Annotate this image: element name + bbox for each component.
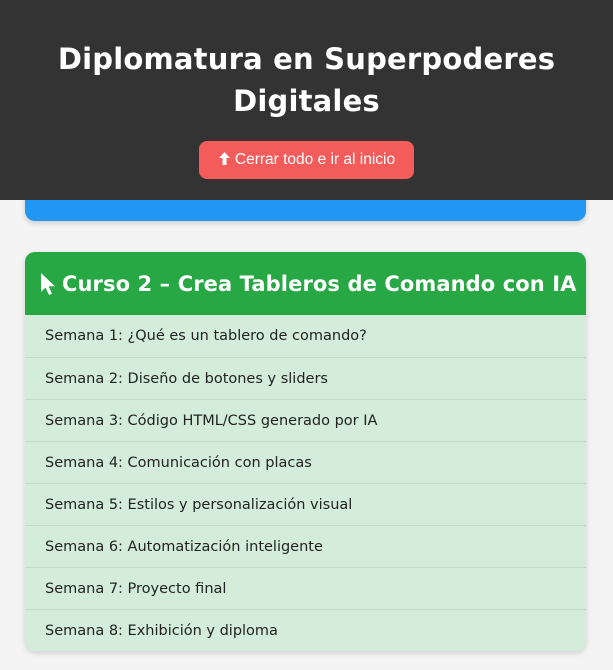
- week-item[interactable]: Semana 3: Código HTML/CSS generado por I…: [25, 399, 586, 441]
- course-title: Curso 2 – Crea Tableros de Comando con I…: [62, 271, 577, 296]
- weeks-list: Semana 1: ¿Qué es un tablero de comando?…: [25, 315, 586, 651]
- week-item[interactable]: Semana 7: Proyecto final: [25, 567, 586, 609]
- close-all-go-top-button[interactable]: Cerrar todo e ir al inicio: [198, 141, 415, 179]
- arrow-up-icon: [218, 141, 231, 179]
- course-header[interactable]: Curso 2 – Crea Tableros de Comando con I…: [25, 252, 586, 315]
- close-all-button-label: Cerrar todo e ir al inicio: [234, 151, 396, 168]
- week-item[interactable]: Semana 1: ¿Qué es un tablero de comando?: [25, 315, 586, 357]
- week-item[interactable]: Semana 4: Comunicación con placas: [25, 441, 586, 483]
- week-item[interactable]: Semana 2: Diseño de botones y sliders: [25, 357, 586, 399]
- page-title: Diplomatura en Superpoderes Digitales: [57, 42, 556, 118]
- top-header: Diplomatura en Superpoderes Digitales Ce…: [0, 0, 613, 200]
- cursor-pointer-icon: [39, 272, 57, 296]
- course-card: Curso 2 – Crea Tableros de Comando con I…: [25, 252, 586, 651]
- week-item[interactable]: Semana 8: Exhibición y diploma: [25, 609, 586, 651]
- week-item[interactable]: Semana 5: Estilos y personalización visu…: [25, 483, 586, 525]
- week-item[interactable]: Semana 6: Automatización inteligente: [25, 525, 586, 567]
